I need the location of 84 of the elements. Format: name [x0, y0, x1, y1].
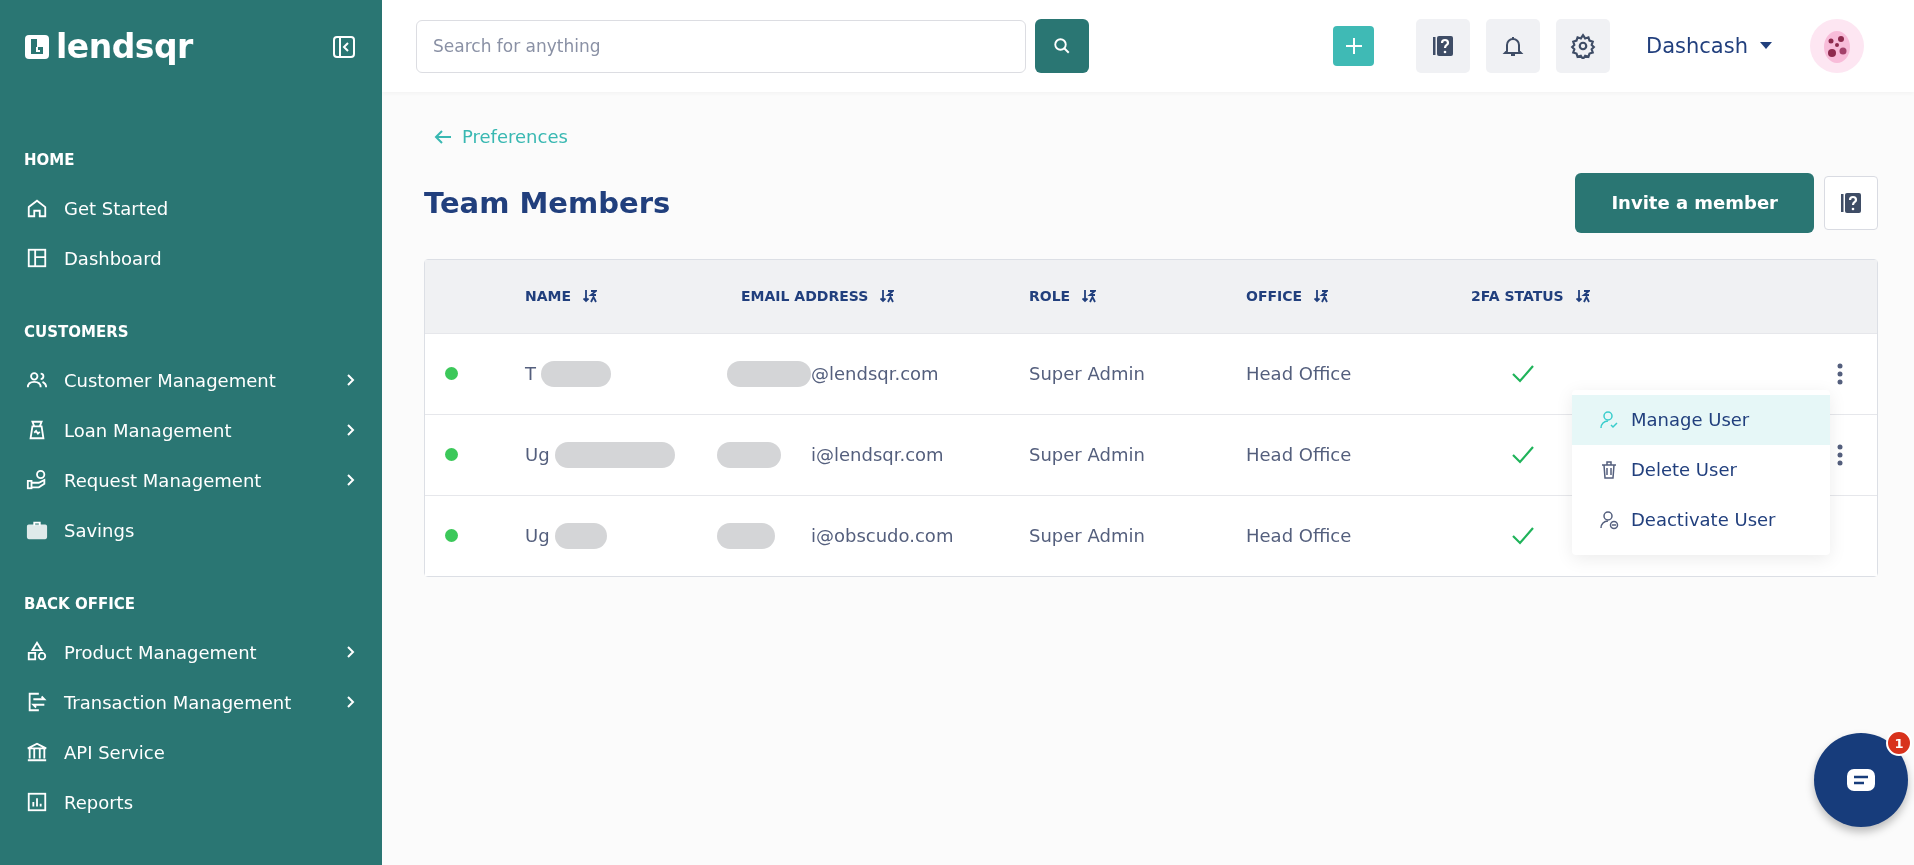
menu-item[interactable]: Delete User: [1572, 444, 1830, 495]
redaction-mark: [717, 522, 775, 549]
chevron-right-icon: [346, 473, 356, 487]
column-header: NAME: [525, 288, 572, 304]
hand-icon: [26, 469, 48, 491]
section-heading: CUSTOMERS: [24, 323, 130, 341]
trash-icon: [1599, 459, 1619, 480]
nav-item[interactable]: Reports: [24, 777, 382, 827]
table-cell: Super Admin: [1029, 525, 1145, 546]
nav-item[interactable]: Product Management: [24, 627, 382, 677]
column-header: ROLE: [1029, 288, 1071, 304]
layout-icon: [26, 247, 48, 269]
account-dropdown[interactable]: Dashcash: [1646, 34, 1772, 58]
section-heading: HOME: [24, 151, 76, 169]
sort-icon[interactable]: [880, 289, 895, 303]
table-cell: Super Admin: [1029, 444, 1145, 465]
nav-item[interactable]: Customer Management: [24, 355, 382, 405]
chevron-right-icon: [346, 423, 356, 437]
more-options-icon[interactable]: [1837, 362, 1843, 385]
sort-icon[interactable]: [583, 289, 598, 303]
table-cell: Ug: [525, 525, 550, 546]
user-check-icon: [1599, 409, 1619, 430]
help-book-icon: [1431, 34, 1456, 58]
shapes-icon: [26, 641, 48, 663]
caret-icon: [1760, 42, 1772, 50]
settings-button[interactable]: [1556, 19, 1611, 73]
section-heading: BACK OFFICE: [24, 595, 136, 613]
nav-item[interactable]: Savings: [24, 505, 382, 555]
bank-icon: [26, 741, 48, 763]
column-header: OFFICE: [1246, 288, 1303, 304]
home-icon: [26, 197, 48, 219]
briefcase-icon: [26, 519, 48, 541]
chevron-right-icon: [346, 645, 356, 659]
notifications-button[interactable]: [1486, 19, 1541, 73]
chevron-right-icon: [346, 373, 356, 387]
column-header: 2FA STATUS: [1471, 288, 1564, 304]
table-cell: i@obscudo.com: [811, 525, 954, 546]
sort-icon[interactable]: [1082, 289, 1097, 303]
logo-icon: [24, 33, 50, 60]
page-title: Team Members: [424, 185, 672, 220]
menu-item[interactable]: Manage User: [1572, 394, 1830, 445]
nav-item[interactable]: Get Started: [24, 183, 382, 233]
nav-item[interactable]: API Service: [24, 727, 382, 777]
menu-item[interactable]: Deactivate User: [1572, 494, 1830, 545]
settings-icon: [1570, 33, 1597, 59]
arrow-left-icon: [434, 128, 452, 145]
bell-icon: [1501, 34, 1526, 58]
chart-icon: [26, 791, 48, 813]
search-field[interactable]: Search for anything: [416, 19, 1026, 73]
search-button[interactable]: [1035, 19, 1089, 73]
collapse-sidebar-icon[interactable]: [332, 34, 356, 59]
chat-icon: [1846, 768, 1876, 792]
table-cell: Ug: [525, 444, 550, 465]
redaction-mark: [717, 441, 781, 468]
help-button[interactable]: [1824, 175, 1878, 230]
nav-item[interactable]: Dashboard: [24, 233, 382, 283]
table-cell: @lendsqr.com: [811, 363, 939, 384]
help-button[interactable]: [1416, 19, 1471, 73]
avatar-icon[interactable]: [1810, 19, 1864, 73]
table-cell: Super Admin: [1029, 363, 1145, 384]
chat-button[interactable]: [1814, 733, 1908, 827]
column-header: EMAIL ADDRESS: [741, 288, 869, 304]
redaction-mark: [541, 360, 611, 387]
plus-icon: [1344, 37, 1363, 55]
nav-item[interactable]: Request Management: [24, 455, 382, 505]
nav-item[interactable]: Transaction Management: [24, 677, 382, 727]
table-cell: i@lendsqr.com: [811, 444, 944, 465]
transfer-icon: [26, 691, 48, 713]
table-cell: Head Office: [1246, 525, 1352, 546]
user-minus-icon: [1599, 509, 1619, 530]
notification-badge: 1: [1886, 730, 1912, 756]
table-cell: Head Office: [1246, 444, 1352, 465]
logo-text: lendsqr: [56, 30, 193, 63]
redaction-mark: [555, 522, 607, 549]
nav-item[interactable]: Loan Management: [24, 405, 382, 455]
chevron-right-icon: [346, 695, 356, 709]
help-book-icon: [1839, 190, 1863, 215]
more-options-icon[interactable]: [1837, 443, 1843, 466]
search-icon: [1053, 37, 1071, 55]
sort-icon[interactable]: [1314, 289, 1329, 303]
table-cell: T: [525, 363, 536, 384]
table-cell: Head Office: [1246, 363, 1352, 384]
sort-icon[interactable]: [1575, 289, 1590, 303]
invite-button[interactable]: Invite a member: [1575, 172, 1814, 233]
